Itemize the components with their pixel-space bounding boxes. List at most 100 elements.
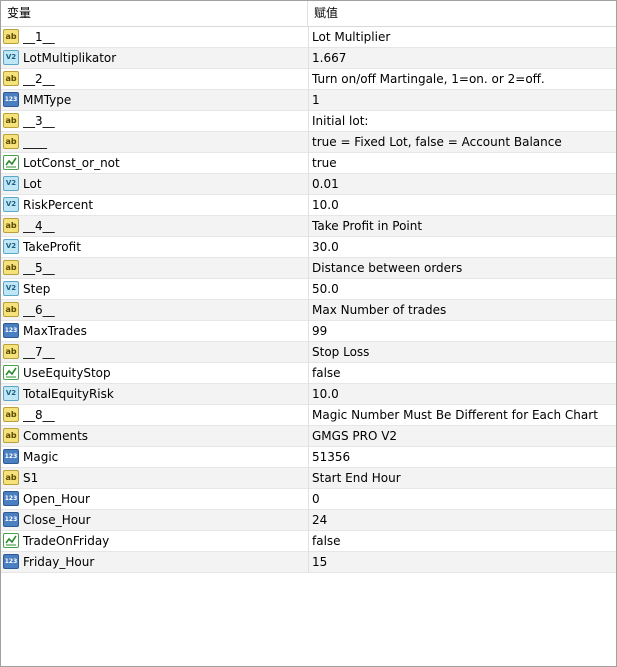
parameter-value[interactable]: Max Number of trades <box>312 300 612 320</box>
parameter-value[interactable]: true <box>312 153 612 173</box>
parameter-name: MMType <box>23 93 72 107</box>
double-type-icon: V2 <box>3 50 19 65</box>
parameter-value[interactable]: 50.0 <box>312 279 612 299</box>
table-row[interactable]: 123 MMType 1 <box>1 90 616 111</box>
column-divider <box>308 405 309 426</box>
table-row[interactable]: ab __2__ Turn on/off Martingale, 1=on. or… <box>1 69 616 90</box>
table-row[interactable]: LotConst_or_not true <box>1 153 616 174</box>
parameter-name: __2__ <box>23 72 55 86</box>
parameter-value[interactable]: GMGS PRO V2 <box>312 426 612 446</box>
parameter-name: Comments <box>23 429 89 443</box>
parameter-name: TradeOnFriday <box>23 534 110 548</box>
parameter-value[interactable]: 0 <box>312 489 612 509</box>
parameter-value[interactable]: Distance between orders <box>312 258 612 278</box>
table-row[interactable]: ab S1 Start End Hour <box>1 468 616 489</box>
column-divider <box>308 531 309 552</box>
table-row[interactable]: ab __8__ Magic Number Must Be Different fo… <box>1 405 616 426</box>
table-row[interactable]: ab __7__ Stop Loss <box>1 342 616 363</box>
column-divider <box>308 132 309 153</box>
parameter-list: ab __1__ Lot Multiplier V2 LotMultiplikator 1… <box>1 27 616 573</box>
parameter-value[interactable]: 1 <box>312 90 612 110</box>
string-type-icon: ab <box>3 428 19 443</box>
parameter-value[interactable]: 30.0 <box>312 237 612 257</box>
column-divider <box>308 237 309 258</box>
table-row[interactable]: 123 Magic 51356 <box>1 447 616 468</box>
table-row[interactable]: 123 MaxTrades 99 <box>1 321 616 342</box>
table-row[interactable]: ab __1__ Lot Multiplier <box>1 27 616 48</box>
boolean-type-icon <box>3 365 19 380</box>
integer-type-icon: 123 <box>3 554 19 569</box>
parameter-name: Friday_Hour <box>23 555 95 569</box>
column-divider <box>308 69 309 90</box>
table-row[interactable]: ab __4__ Take Profit in Point <box>1 216 616 237</box>
column-divider <box>308 279 309 300</box>
table-row[interactable]: ab __5__ Distance between orders <box>1 258 616 279</box>
table-row[interactable]: ab Comments GMGS PRO V2 <box>1 426 616 447</box>
column-divider <box>308 90 309 111</box>
parameter-value[interactable]: 10.0 <box>312 195 612 215</box>
parameter-value[interactable]: 1.667 <box>312 48 612 68</box>
parameter-name: __3__ <box>23 114 55 128</box>
string-type-icon: ab <box>3 470 19 485</box>
parameter-name: ____ <box>23 135 47 149</box>
parameter-value[interactable]: Turn on/off Martingale, 1=on. or 2=off. <box>312 69 612 89</box>
parameter-value[interactable]: 10.0 <box>312 384 612 404</box>
table-row[interactable]: TradeOnFriday false <box>1 531 616 552</box>
parameter-value[interactable]: Stop Loss <box>312 342 612 362</box>
table-row[interactable]: V2 TakeProfit 30.0 <box>1 237 616 258</box>
parameter-value[interactable]: 15 <box>312 552 612 572</box>
column-divider <box>308 153 309 174</box>
parameter-name: UseEquityStop <box>23 366 111 380</box>
table-row[interactable]: 123 Open_Hour 0 <box>1 489 616 510</box>
parameter-name: TotalEquityRisk <box>23 387 114 401</box>
parameter-name: __6__ <box>23 303 55 317</box>
column-header-variable[interactable]: 变量 <box>1 1 308 26</box>
parameter-value[interactable]: Lot Multiplier <box>312 27 612 47</box>
double-type-icon: V2 <box>3 197 19 212</box>
column-divider <box>308 363 309 384</box>
integer-type-icon: 123 <box>3 323 19 338</box>
table-row[interactable]: V2 LotMultiplikator 1.667 <box>1 48 616 69</box>
parameter-name: __5__ <box>23 261 55 275</box>
table-row[interactable]: ab ____ true = Fixed Lot, false = Account … <box>1 132 616 153</box>
table-row[interactable]: 123 Close_Hour 24 <box>1 510 616 531</box>
boolean-type-icon <box>3 155 19 170</box>
string-type-icon: ab <box>3 71 19 86</box>
parameter-value[interactable]: false <box>312 531 612 551</box>
parameter-value[interactable]: false <box>312 363 612 383</box>
parameter-value[interactable]: 24 <box>312 510 612 530</box>
table-row[interactable]: 123 Friday_Hour 15 <box>1 552 616 573</box>
parameter-name: __1__ <box>23 30 55 44</box>
table-row[interactable]: V2 Step 50.0 <box>1 279 616 300</box>
parameter-value[interactable]: Initial lot: <box>312 111 612 131</box>
table-row[interactable]: ab __6__ Max Number of trades <box>1 300 616 321</box>
parameter-name: TakeProfit <box>23 240 81 254</box>
column-header-value[interactable]: 赋值 <box>308 1 616 26</box>
column-divider <box>308 27 309 48</box>
parameter-value[interactable]: Start End Hour <box>312 468 612 488</box>
table-row[interactable]: ab __3__ Initial lot: <box>1 111 616 132</box>
table-header: 变量 赋值 <box>1 1 616 27</box>
parameter-value[interactable]: Take Profit in Point <box>312 216 612 236</box>
table-row[interactable]: V2 RiskPercent 10.0 <box>1 195 616 216</box>
parameter-name: LotConst_or_not <box>23 156 120 170</box>
column-divider <box>308 174 309 195</box>
parameter-name: S1 <box>23 471 39 485</box>
parameter-name: LotMultiplikator <box>23 51 117 65</box>
column-divider <box>308 447 309 468</box>
boolean-type-icon <box>3 533 19 548</box>
table-row[interactable]: V2 Lot 0.01 <box>1 174 616 195</box>
parameter-value[interactable]: Magic Number Must Be Different for Each … <box>312 405 612 425</box>
parameter-value[interactable]: 99 <box>312 321 612 341</box>
parameter-value[interactable]: 0.01 <box>312 174 612 194</box>
column-divider <box>308 258 309 279</box>
column-divider <box>308 300 309 321</box>
column-divider <box>308 216 309 237</box>
parameter-value[interactable]: 51356 <box>312 447 612 467</box>
table-row[interactable]: V2 TotalEquityRisk 10.0 <box>1 384 616 405</box>
parameter-value[interactable]: true = Fixed Lot, false = Account Balanc… <box>312 132 612 152</box>
integer-type-icon: 123 <box>3 512 19 527</box>
string-type-icon: ab <box>3 218 19 233</box>
table-row[interactable]: UseEquityStop false <box>1 363 616 384</box>
column-divider <box>308 195 309 216</box>
